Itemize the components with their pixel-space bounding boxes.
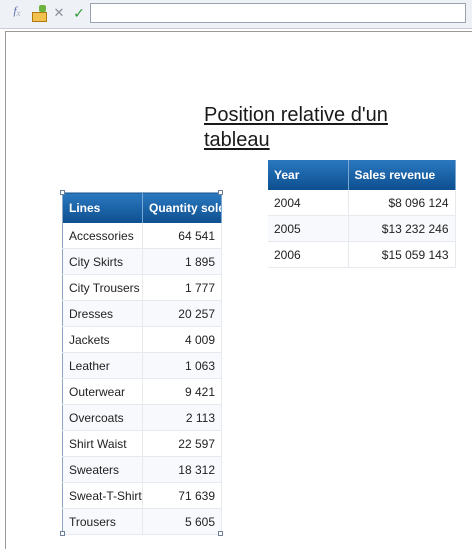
selection-handle[interactable] [218, 190, 223, 195]
line-name-cell[interactable]: City Trousers [62, 274, 143, 301]
table-row: Sweat-T-Shirts 71 639 [62, 482, 222, 509]
validate-icon[interactable]: ✓ [70, 4, 88, 22]
table-row: Outerwear 9 421 [62, 378, 222, 405]
quantity-sold-cell[interactable]: 64 541 [142, 223, 222, 249]
quantity-sold-cell[interactable]: 9 421 [142, 378, 222, 405]
formula-icon[interactable]: fx [8, 4, 26, 22]
report-canvas: Position relative d'un tableau Lines Qua… [0, 29, 472, 549]
quantity-sold-cell[interactable]: 1 777 [142, 274, 222, 301]
table-header-row: Lines Quantity sold [62, 192, 222, 223]
report-editor: fx ✕ ✓ Position relative d'un tableau Li… [0, 0, 472, 549]
line-name-cell[interactable]: Leather [62, 352, 143, 379]
line-name-cell[interactable]: Outerwear [62, 378, 143, 405]
sales-revenue-cell[interactable]: $15 059 143 [348, 241, 456, 268]
table-row: Overcoats 2 113 [62, 404, 222, 431]
table-row: City Skirts 1 895 [62, 248, 222, 275]
selection-handle[interactable] [60, 190, 65, 195]
year-cell[interactable]: 2005 [268, 215, 349, 242]
line-name-cell[interactable]: Shirt Waist [62, 430, 143, 457]
column-header-year[interactable]: Year [268, 160, 349, 190]
year-cell[interactable]: 2004 [268, 190, 349, 216]
report-title-cell[interactable]: Position relative d'un tableau [204, 103, 404, 153]
line-name-cell[interactable]: Sweat-T-Shirts [62, 482, 143, 509]
column-header-lines[interactable]: Lines [62, 192, 143, 223]
column-header-quantity-sold[interactable]: Quantity sold [142, 192, 222, 223]
table-row: Trousers 5 605 [62, 508, 222, 535]
column-header-sales-revenue[interactable]: Sales revenue [348, 160, 456, 190]
line-name-cell[interactable]: Jackets [62, 326, 143, 353]
table-row: City Trousers 1 777 [62, 274, 222, 301]
quantity-sold-cell[interactable]: 1 895 [142, 248, 222, 275]
quantity-sold-cell[interactable]: 4 009 [142, 326, 222, 353]
selection-handle[interactable] [60, 531, 65, 536]
sales-revenue-cell[interactable]: $8 096 124 [348, 190, 456, 216]
line-name-cell[interactable]: Accessories [62, 223, 143, 249]
table-row: 2004 $8 096 124 [268, 190, 456, 216]
table-row: Dresses 20 257 [62, 300, 222, 327]
quantity-sold-cell[interactable]: 20 257 [142, 300, 222, 327]
table-row: 2006 $15 059 143 [268, 241, 456, 268]
quantity-sold-cell[interactable]: 22 597 [142, 430, 222, 457]
cancel-icon[interactable]: ✕ [50, 4, 68, 22]
formula-toolbar: fx ✕ ✓ [0, 0, 472, 29]
line-name-cell[interactable]: Sweaters [62, 456, 143, 483]
quantity-sold-cell[interactable]: 1 063 [142, 352, 222, 379]
table-row: Shirt Waist 22 597 [62, 430, 222, 457]
line-name-cell[interactable]: Trousers [62, 508, 143, 535]
quantity-sold-cell[interactable]: 5 605 [142, 508, 222, 535]
line-name-cell[interactable]: Overcoats [62, 404, 143, 431]
variable-icon[interactable] [30, 4, 48, 22]
formula-input[interactable] [90, 3, 466, 23]
year-table[interactable]: Year Sales revenue 2004 $8 096 124 2005 $13… [268, 160, 456, 268]
table-row: Accessories 64 541 [62, 223, 222, 249]
table-row: Sweaters 18 312 [62, 456, 222, 483]
table-row: Leather 1 063 [62, 352, 222, 379]
line-name-cell[interactable]: City Skirts [62, 248, 143, 275]
quantity-sold-cell[interactable]: 18 312 [142, 456, 222, 483]
quantity-sold-cell[interactable]: 71 639 [142, 482, 222, 509]
table-row: Jackets 4 009 [62, 326, 222, 353]
table-row: 2005 $13 232 246 [268, 215, 456, 242]
year-cell[interactable]: 2006 [268, 241, 349, 268]
lines-table[interactable]: Lines Quantity sold Accessories 64 541 Cit… [62, 192, 222, 535]
selection-handle[interactable] [218, 531, 223, 536]
quantity-sold-cell[interactable]: 2 113 [142, 404, 222, 431]
sales-revenue-cell[interactable]: $13 232 246 [348, 215, 456, 242]
table-header-row: Year Sales revenue [268, 160, 456, 190]
line-name-cell[interactable]: Dresses [62, 300, 143, 327]
